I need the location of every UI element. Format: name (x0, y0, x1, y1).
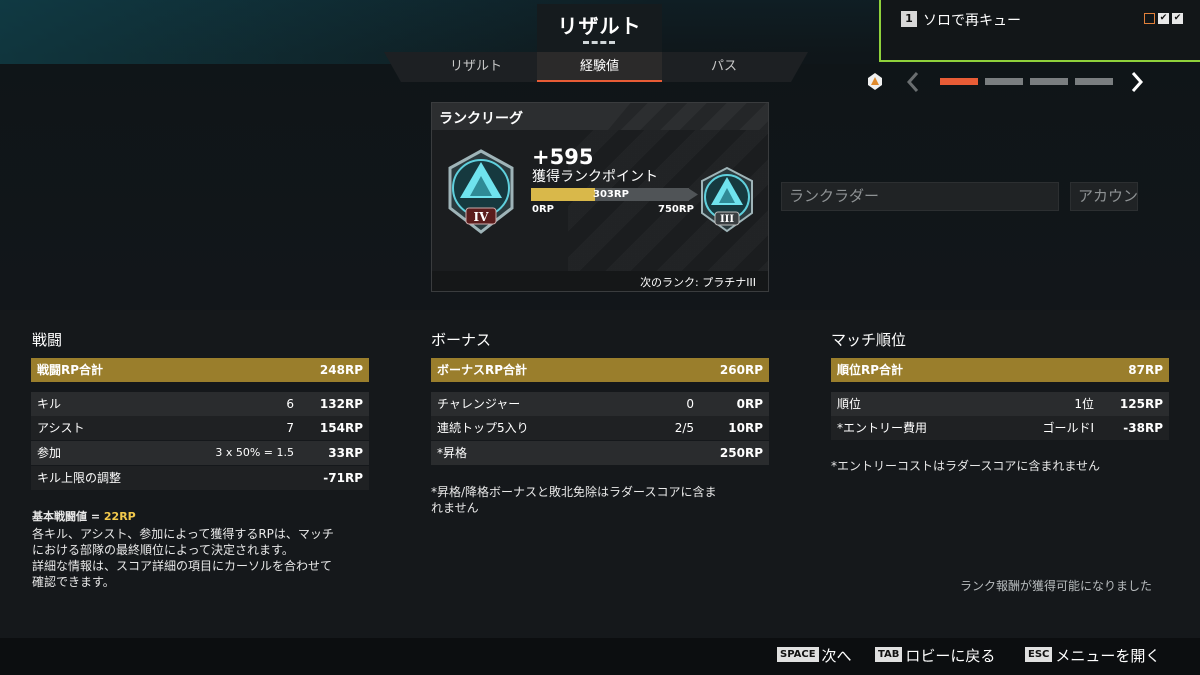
combat-table: 戦闘RP合計 248RP キル 6 132RP アシスト 7 154RP 参加 … (31, 358, 369, 498)
space-key-icon: SPACE (777, 647, 819, 662)
rank-ladder-panel[interactable]: ランクラダー (781, 182, 1059, 211)
placement-table: 順位RP合計 87RP 順位 1位 125RP *エントリー費用 ゴールドI -… (831, 358, 1169, 443)
page-dot[interactable] (1030, 78, 1068, 85)
tab-pass[interactable]: パス (664, 52, 784, 82)
next-tier-label: III (720, 214, 734, 225)
rank-league-card: ランクリーグ IV +595 獲得ランクポイント 303RP 0RP 750RP… (431, 102, 769, 292)
table-row: *エントリー費用 ゴールドI -38RP (831, 416, 1169, 440)
placement-total-row: 順位RP合計 87RP (831, 358, 1169, 382)
card-title: ランクリーグ (439, 111, 523, 127)
table-row: チャレンジャー 0 0RP (431, 392, 769, 416)
open-menu-button[interactable]: ESC メニューを開く (1025, 645, 1160, 667)
next-rank-badge-icon: III (701, 166, 753, 233)
rank-emblem-icon (868, 73, 882, 90)
current-tier-label: IV (474, 210, 490, 224)
rank-reward-text: ランク報酬が獲得可能になりました (960, 579, 1153, 593)
chevron-left-icon[interactable] (906, 71, 920, 93)
esc-key-icon: ESC (1025, 647, 1053, 662)
page-dot[interactable] (985, 78, 1023, 85)
combat-total-row: 戦闘RP合計 248RP (31, 358, 369, 382)
tab-results[interactable]: リザルト (416, 52, 536, 82)
page-dot[interactable] (1075, 78, 1113, 85)
platinum-badge-icon: IV (448, 149, 514, 234)
main-tab-results[interactable]: リザルト (537, 4, 662, 56)
account-panel[interactable]: アカウント (1070, 182, 1138, 211)
bonus-table: ボーナスRP合計 260RP チャレンジャー 0 0RP 連続トップ5入り 2/… (431, 358, 769, 468)
table-row: *昇格 250RP (431, 441, 769, 465)
return-to-lobby-button[interactable]: TAB ロビーに戻る (875, 645, 995, 667)
next-button[interactable]: SPACE 次へ (777, 645, 852, 667)
check-icon: ✔ (1158, 13, 1169, 24)
rp-progress-max: 750RP (658, 204, 694, 215)
bonus-total-row: ボーナスRP合計 260RP (431, 358, 769, 382)
footer-bar (0, 638, 1200, 675)
next-rank-text: 次のランク: プラチナIII (640, 276, 756, 289)
main-tab-indicator (583, 41, 615, 47)
table-row: 順位 1位 125RP (831, 392, 1169, 416)
table-row: 連続トップ5入り 2/5 10RP (431, 416, 769, 440)
check-icon: ✔ (1172, 13, 1183, 24)
requeue-panel[interactable]: 1 ソロで再キュー ✔ ✔ (879, 0, 1200, 62)
placement-title: マッチ順位 (831, 331, 907, 349)
combat-title: 戦闘 (32, 331, 63, 349)
rp-progress-fill (531, 188, 595, 201)
bonus-title: ボーナス (431, 331, 492, 349)
table-row: キル上限の調整 -71RP (31, 466, 369, 490)
table-row: 参加 3 x 50% = 1.5 33RP (31, 441, 369, 465)
empty-checkbox-icon (1144, 13, 1155, 24)
sub-tab-bar: リザルト 経験値 パス (384, 52, 808, 82)
requeue-label: ソロで再キュー (923, 13, 1021, 29)
queue-key-number: 1 (901, 11, 917, 27)
page-dot[interactable] (940, 78, 978, 85)
tab-key-icon: TAB (875, 647, 903, 662)
placement-note: *エントリーコストはラダースコアに含まれません (831, 459, 1101, 473)
tab-experience[interactable]: 経験値 (537, 52, 662, 82)
chevron-right-icon[interactable] (1130, 71, 1144, 93)
rp-progress-current: 303RP (593, 189, 629, 200)
table-row: アシスト 7 154RP (31, 416, 369, 440)
table-row: キル 6 132RP (31, 392, 369, 416)
base-combat-value: 基本戦闘値 = 22RP (32, 510, 136, 523)
rp-gain-label: 獲得ランクポイント (532, 169, 658, 185)
rp-progress-min: 0RP (532, 204, 554, 215)
combat-description: 各キル、アシスト、参加によって獲得するRPは、マッチ における部隊の最終順位によ… (32, 527, 334, 589)
bonus-note: *昇格/降格ボーナスと敗北免除はラダースコアに含ま れません (431, 485, 717, 515)
